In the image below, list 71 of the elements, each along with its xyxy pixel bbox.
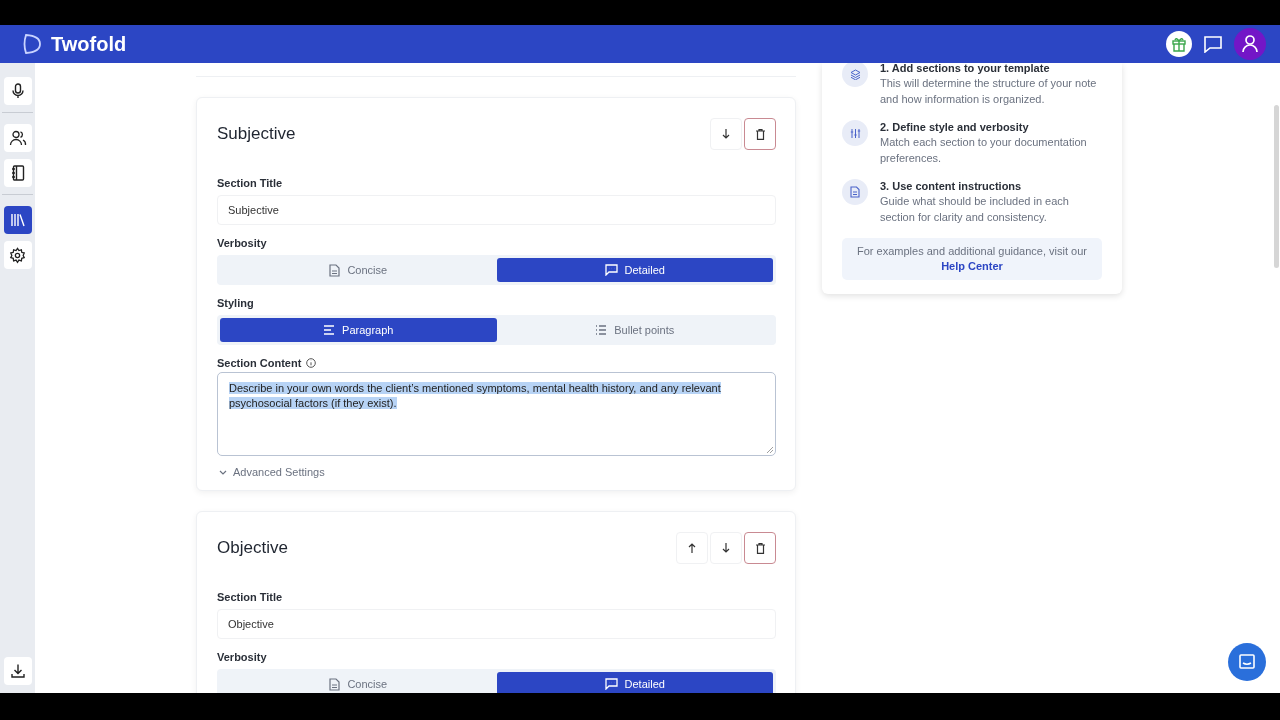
step-description: Match each section to your documentation preferences.	[880, 135, 1088, 166]
field-label: Section Title	[217, 591, 284, 603]
document-icon	[329, 677, 341, 691]
sidebar-button[interactable]	[3, 206, 32, 234]
avatar-button[interactable]	[1234, 28, 1266, 60]
segment-option[interactable]: Concise	[220, 672, 497, 693]
logo-icon	[22, 33, 42, 55]
message-icon	[604, 264, 618, 276]
field-label: Styling	[217, 297, 255, 309]
move-down-button[interactable]	[710, 118, 742, 150]
input-field[interactable]: Objective	[217, 609, 776, 639]
segment-option[interactable]: Detailed	[496, 672, 773, 693]
step-icon	[842, 63, 868, 87]
list-icon	[595, 325, 608, 335]
trash-icon	[755, 128, 765, 140]
gift-button[interactable]	[1166, 31, 1192, 57]
section-heading: Objective	[217, 538, 289, 558]
sidebar-button[interactable]	[3, 124, 32, 152]
delete-button[interactable]	[744, 118, 776, 150]
section-heading: Subjective	[217, 124, 297, 144]
step-title: 1. Add sections to your template	[880, 63, 1051, 76]
chat-button[interactable]	[1228, 643, 1266, 681]
document-icon	[329, 263, 341, 277]
trash-icon	[755, 542, 765, 554]
step-title: 2. Define style and verbosity	[880, 120, 1030, 135]
message-icon	[604, 678, 618, 690]
advanced-settings-toggle[interactable]: Advanced Settings	[217, 466, 325, 478]
microphone-icon	[9, 83, 26, 99]
help-note: For examples and additional guidance, visit our Help Center	[842, 238, 1102, 280]
info-icon	[306, 358, 317, 368]
field-label: Verbosity	[217, 237, 268, 249]
segment-option[interactable]: Concise	[220, 258, 497, 282]
download-icon	[9, 663, 26, 679]
field-label: Section Title	[217, 177, 284, 189]
segment-option[interactable]: Bullet points	[496, 318, 773, 342]
people-icon	[8, 130, 27, 146]
scrollbar[interactable]	[1274, 105, 1279, 268]
move-up-button[interactable]	[676, 532, 708, 564]
settings-icon	[9, 246, 26, 264]
resize-handle-icon[interactable]	[767, 447, 773, 453]
download-button[interactable]	[3, 657, 32, 685]
step-icon	[842, 120, 868, 146]
arrow-down-icon	[722, 543, 730, 553]
move-down-button[interactable]	[710, 532, 742, 564]
step-description: Guide what should be included in each section for clarity and consistency.	[880, 194, 1070, 225]
app-name: Twofold	[51, 32, 127, 56]
delete-button[interactable]	[744, 532, 776, 564]
arrow-down-icon	[722, 129, 730, 139]
field-label: Verbosity	[217, 651, 268, 663]
gift-icon	[1171, 36, 1187, 52]
message-icon	[1203, 35, 1223, 53]
step-title: 3. Use content instructions	[880, 179, 1023, 194]
segment-option[interactable]: Paragraph	[220, 318, 497, 342]
notebook-icon	[9, 165, 26, 181]
field-label: Section Content	[217, 357, 302, 369]
user-icon	[1242, 35, 1258, 53]
messages-button[interactable]	[1203, 35, 1223, 53]
step-icon	[842, 179, 868, 205]
chat-icon	[1238, 653, 1256, 671]
arrow-up-icon	[688, 543, 696, 553]
sidebar-button[interactable]	[3, 159, 32, 187]
text-area[interactable]: Describe in your own words the client’s mentioned symptoms, mental health history, and any relevant psychosocial factors (if they exist).	[217, 372, 776, 456]
segment-option[interactable]: Detailed	[496, 258, 773, 282]
input-field[interactable]: Subjective	[217, 195, 776, 225]
sidebar-button[interactable]	[3, 241, 32, 269]
chevron-down-icon	[219, 469, 227, 475]
library-icon	[9, 212, 26, 228]
paragraph-icon	[323, 325, 336, 335]
sidebar-button[interactable]	[3, 77, 32, 105]
step-description: This will determine the structure of your note and how information is organized.	[880, 76, 1098, 107]
help-center-link[interactable]: Help Center	[941, 260, 1003, 272]
